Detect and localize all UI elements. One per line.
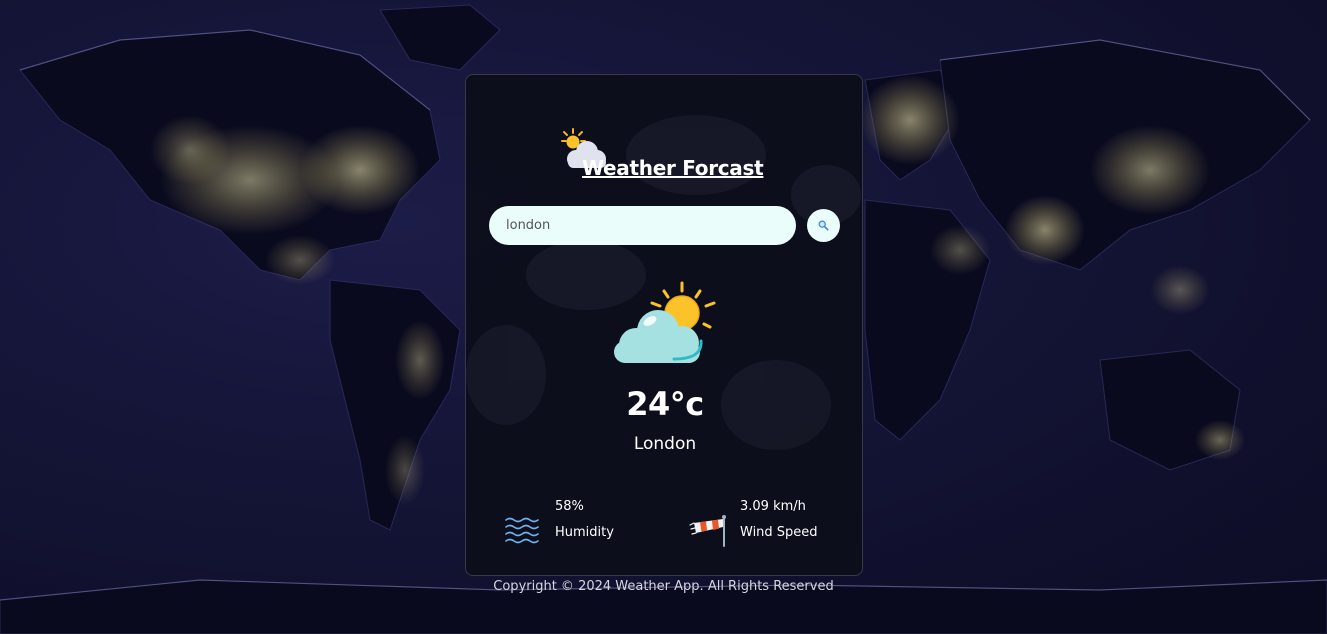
humidity-stat: 58% Humidity <box>504 495 644 549</box>
app-header: Weather Forcast <box>558 127 788 183</box>
search-icon <box>818 220 829 231</box>
humidity-value: 58% <box>555 499 584 514</box>
search-input[interactable] <box>489 206 796 245</box>
page-title: Weather Forcast <box>582 156 764 180</box>
windsock-icon <box>689 515 726 547</box>
temperature: 24°c <box>626 385 704 423</box>
footer-copyright: Copyright © 2024 Weather App. All Rights… <box>493 579 834 594</box>
weather-card: Weather Forcast 24°c London <box>465 74 863 576</box>
search-button[interactable] <box>807 209 840 242</box>
city-name: London <box>633 434 697 454</box>
wind-stat: 3.09 km/h Wind Speed <box>688 495 848 549</box>
wind-speed-label: Wind Speed <box>740 525 818 540</box>
wind-speed-value: 3.09 km/h <box>740 499 806 514</box>
waves-icon <box>505 517 539 544</box>
partly-cloudy-icon <box>614 281 716 363</box>
humidity-label: Humidity <box>555 525 614 540</box>
